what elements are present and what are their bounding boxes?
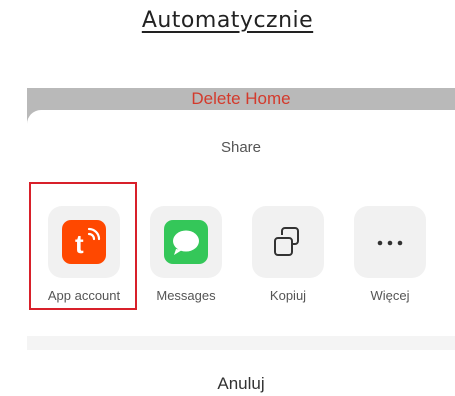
share-option-tile[interactable] <box>354 206 426 278</box>
delete-home-button[interactable]: Delete Home <box>27 89 455 109</box>
share-option-copy[interactable]: Kopiuj <box>252 206 324 303</box>
page-title: Automatycznie <box>141 8 314 33</box>
more-icon <box>377 240 403 246</box>
share-option-tile[interactable] <box>150 206 222 278</box>
messages-icon <box>164 220 208 264</box>
share-sheet-title: Share <box>220 139 262 156</box>
share-option-tile[interactable] <box>252 206 324 278</box>
share-option-label: Więcej <box>370 288 410 303</box>
highlight-annotation <box>29 182 137 310</box>
share-option-messages[interactable]: Messages <box>150 206 222 303</box>
sheet-divider <box>27 336 455 350</box>
share-option-label: Messages <box>156 288 216 303</box>
copy-icon <box>274 227 299 256</box>
share-option-label: Kopiuj <box>269 288 307 303</box>
share-option-more[interactable]: Więcej <box>354 206 426 303</box>
cancel-button[interactable]: Anuluj <box>27 374 455 394</box>
